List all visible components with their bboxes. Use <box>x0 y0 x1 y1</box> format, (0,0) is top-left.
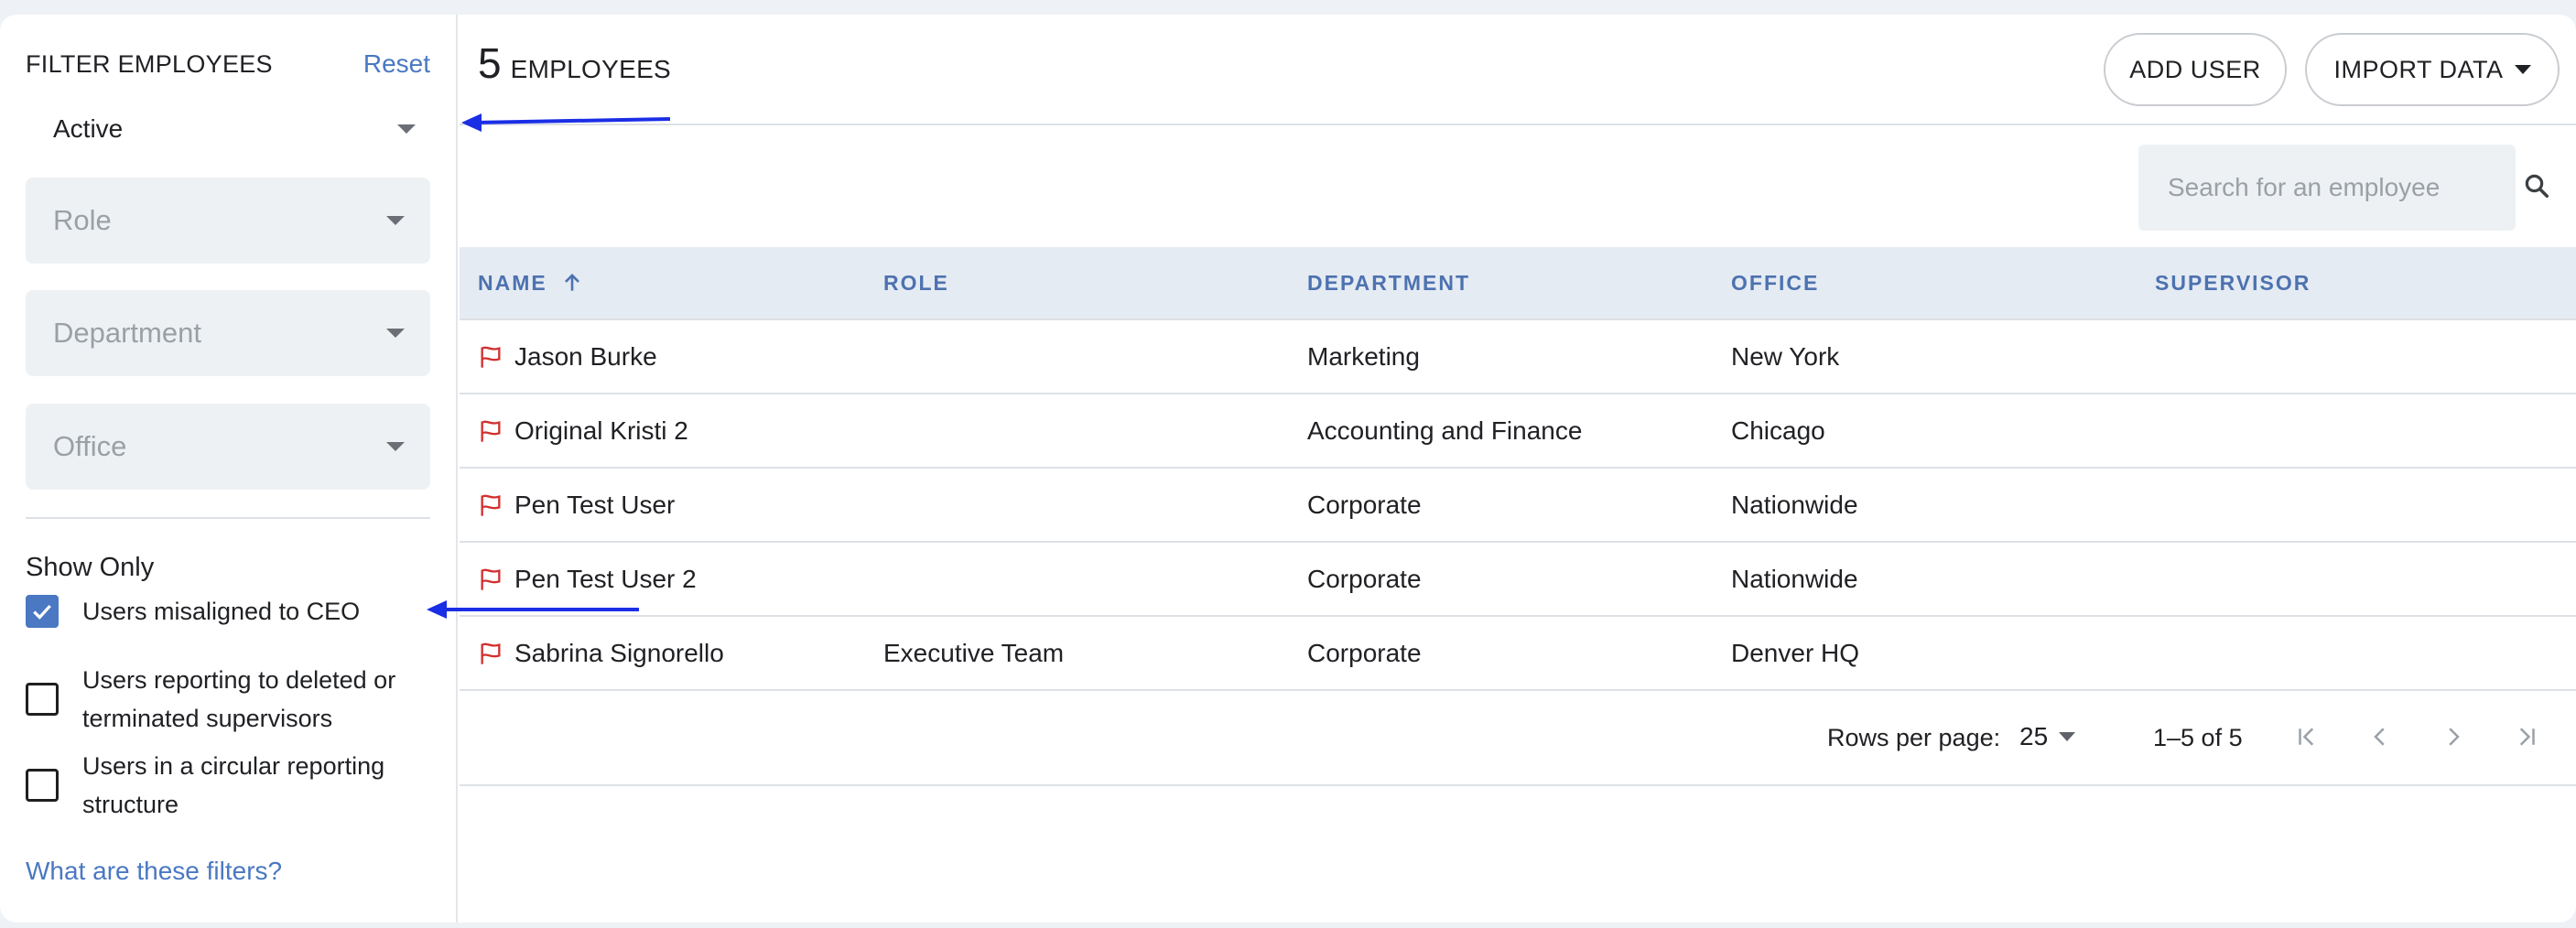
office-cell: Chicago <box>1731 415 1825 445</box>
table-pagination: Rows per page: 25 1–5 of 5 <box>460 691 2576 786</box>
deleted-supervisor-filter[interactable]: Users reporting to deleted or terminated… <box>26 661 412 738</box>
name-cell: Original Kristi 2 <box>460 416 883 446</box>
department-cell: Accounting and Finance <box>1307 415 1583 445</box>
misaligned-ceo-filter[interactable]: Users misaligned to CEO <box>26 595 412 631</box>
add-user-button[interactable]: ADD USER <box>2104 33 2287 106</box>
employee-list-panel: 5 EMPLOYEES ADD USER IMPORT DATA NA <box>460 15 2576 923</box>
status-select-value: Active <box>53 114 124 143</box>
filter-title: FILTER EMPLOYEES <box>26 49 273 78</box>
column-header-office[interactable]: OFFICE <box>1731 271 2155 296</box>
table-row[interactable]: Sabrina Signorello Executive Team Corpor… <box>460 617 2576 691</box>
list-header: 5 EMPLOYEES ADD USER IMPORT DATA <box>460 15 2576 125</box>
circular-reporting-label: Users in a circular reporting structure <box>82 752 385 818</box>
table-row[interactable]: Pen Test User 2 Corporate Nationwide <box>460 543 2576 617</box>
employee-filter-card: FILTER EMPLOYEES Reset Active Role Depar… <box>0 15 2576 923</box>
circular-reporting-checkbox[interactable] <box>26 769 59 802</box>
filter-header: FILTER EMPLOYEES Reset <box>26 46 430 82</box>
circular-reporting-filter[interactable]: Users in a circular reporting structure <box>26 747 412 824</box>
caret-down-icon <box>2059 732 2076 741</box>
office-cell: Nationwide <box>1731 564 1858 593</box>
previous-page-icon[interactable] <box>2360 717 2400 757</box>
caret-down-icon <box>386 216 405 225</box>
name-cell: Pen Test User <box>460 491 883 520</box>
search-icon[interactable] <box>2523 172 2550 204</box>
add-user-label: ADD USER <box>2129 55 2261 83</box>
flag-icon <box>478 492 503 518</box>
role-cell: Executive Team <box>883 638 1065 667</box>
show-only-label: Show Only <box>26 553 155 582</box>
office-cell: Nationwide <box>1731 490 1858 519</box>
filter-sidebar: FILTER EMPLOYEES Reset Active Role Depar… <box>0 15 458 923</box>
name-cell: Jason Burke <box>460 342 883 372</box>
department-cell: Corporate <box>1307 638 1422 667</box>
arrow-up-icon <box>564 274 579 291</box>
sidebar-divider <box>26 517 430 519</box>
deleted-supervisor-checkbox[interactable] <box>26 683 59 716</box>
search-input[interactable] <box>2138 145 2516 231</box>
employee-count: 5 EMPLOYEES <box>478 38 671 88</box>
department-select[interactable]: Department <box>26 290 430 376</box>
role-select[interactable]: Role <box>26 178 430 264</box>
employee-name: Jason Burke <box>514 341 657 371</box>
flag-icon <box>478 344 503 370</box>
next-page-icon[interactable] <box>2433 717 2473 757</box>
employee-name: Pen Test User <box>514 490 676 519</box>
table-row[interactable]: Pen Test User Corporate Nationwide <box>460 469 2576 543</box>
caret-down-icon <box>386 329 405 338</box>
deleted-supervisor-label: Users reporting to deleted or terminated… <box>82 666 396 732</box>
office-cell: New York <box>1731 341 1840 371</box>
caret-down-icon <box>2514 65 2531 74</box>
misaligned-ceo-checkbox[interactable] <box>26 595 59 628</box>
rows-per-page-select[interactable]: 25 <box>2019 718 2076 755</box>
table-row[interactable]: Original Kristi 2 Accounting and Finance… <box>460 394 2576 469</box>
office-select-placeholder: Office <box>53 430 127 462</box>
rows-per-page-value: 25 <box>2019 722 2049 750</box>
caret-down-icon <box>386 442 405 451</box>
first-page-icon[interactable] <box>2287 717 2327 757</box>
name-cell: Sabrina Signorello <box>460 639 883 668</box>
pagination-range: 1–5 of 5 <box>2153 724 2243 751</box>
employee-name: Pen Test User 2 <box>514 564 697 593</box>
column-header-department[interactable]: DEPARTMENT <box>1307 271 1731 296</box>
flag-icon <box>478 641 503 666</box>
department-cell: Corporate <box>1307 490 1422 519</box>
status-select[interactable]: Active <box>26 104 430 154</box>
import-data-button[interactable]: IMPORT DATA <box>2305 33 2560 106</box>
column-header-role[interactable]: ROLE <box>883 271 1307 296</box>
filters-help-link[interactable]: What are these filters? <box>26 857 282 886</box>
table-row[interactable]: Jason Burke Marketing New York <box>460 320 2576 394</box>
employee-table: NAME ROLE DEPARTMENT OFFICE SUPERVISOR J… <box>460 247 2576 786</box>
department-select-placeholder: Department <box>53 317 201 349</box>
employee-name: Sabrina Signorello <box>514 638 724 667</box>
checkmark-icon <box>33 604 51 620</box>
flag-icon <box>478 567 503 592</box>
caret-down-icon <box>397 124 416 134</box>
column-header-name[interactable]: NAME <box>460 271 883 296</box>
table-header: NAME ROLE DEPARTMENT OFFICE SUPERVISOR <box>460 247 2576 320</box>
flag-icon <box>478 418 503 444</box>
role-select-placeholder: Role <box>53 204 112 236</box>
search-field[interactable] <box>2138 145 2516 231</box>
employee-count-number: 5 <box>478 39 502 87</box>
misaligned-ceo-label: Users misaligned to CEO <box>82 598 361 625</box>
office-cell: Denver HQ <box>1731 638 1860 667</box>
name-cell: Pen Test User 2 <box>460 565 883 594</box>
column-header-label: NAME <box>478 270 547 295</box>
import-data-label: IMPORT DATA <box>2333 55 2504 83</box>
department-cell: Marketing <box>1307 341 1420 371</box>
column-header-supervisor[interactable]: SUPERVISOR <box>2155 271 2576 296</box>
office-select[interactable]: Office <box>26 404 430 490</box>
rows-per-page-label: Rows per page: <box>1827 724 2001 751</box>
employee-name: Original Kristi 2 <box>514 415 688 445</box>
last-page-icon[interactable] <box>2506 717 2547 757</box>
employee-count-label: EMPLOYEES <box>510 55 672 83</box>
reset-link[interactable]: Reset <box>363 49 430 79</box>
department-cell: Corporate <box>1307 564 1422 593</box>
